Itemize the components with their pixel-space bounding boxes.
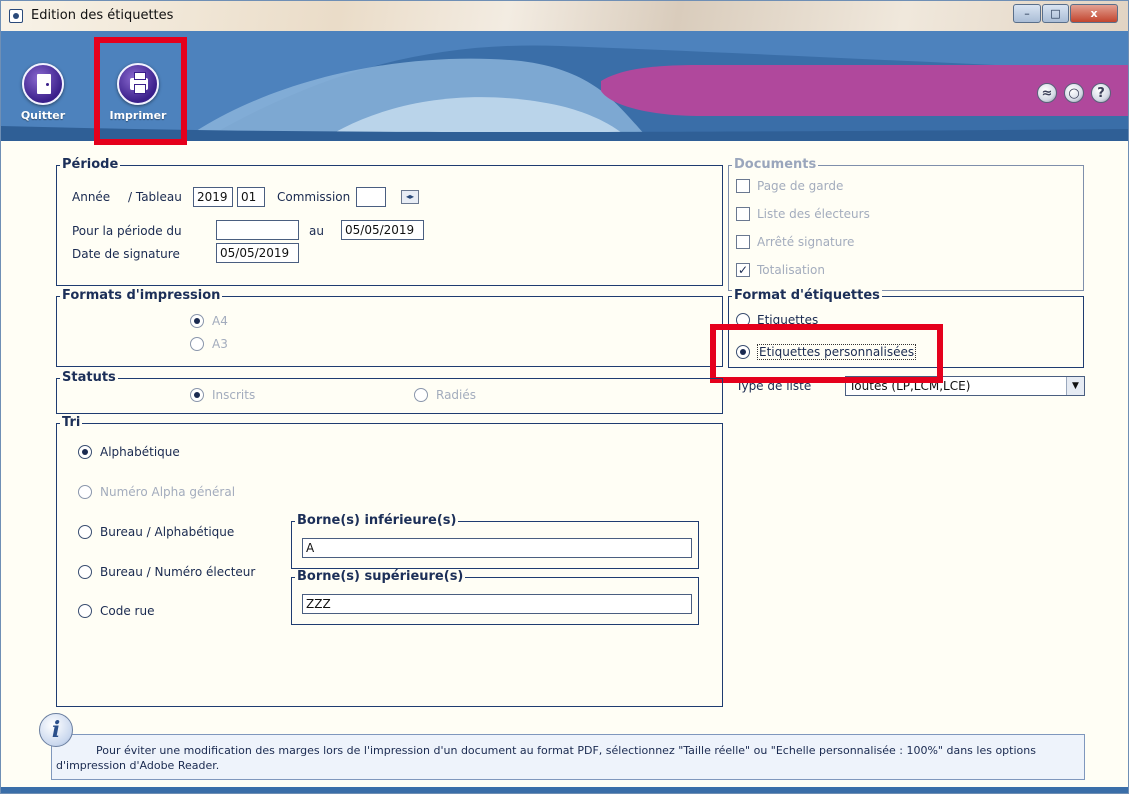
liste-electeurs-checkbox[interactable] — [736, 207, 750, 221]
signature-input[interactable]: 05/05/2019 — [216, 243, 299, 263]
highlight-print — [94, 37, 187, 145]
commission-input[interactable] — [356, 187, 386, 207]
statuts-title: Statuts — [60, 370, 118, 385]
au-input[interactable]: 05/05/2019 — [341, 220, 424, 240]
arrete-signature-checkbox[interactable] — [736, 235, 750, 249]
borne-inf-group: Borne(s) inférieure(s) A — [291, 513, 699, 569]
info-bar: Pour éviter une modification des marges … — [51, 734, 1085, 780]
totalisation-checkbox[interactable]: ✓ — [736, 263, 750, 277]
liste-electeurs-label: Liste des électeurs — [757, 207, 870, 221]
totalisation-label: Totalisation — [757, 263, 825, 277]
info-icon: i — [39, 713, 73, 747]
annee-label: Année — [72, 190, 111, 204]
title-bar: Edition des étiquettes – □ x — [1, 1, 1128, 31]
tableau-label: / Tableau — [128, 190, 182, 204]
format-a4-radio[interactable] — [190, 314, 204, 328]
support-icon[interactable]: ○ — [1064, 83, 1084, 103]
door-icon — [22, 63, 64, 105]
periode-du-label: Pour la période du — [72, 224, 182, 238]
tri-group: Tri Alphabétique Numéro Alpha général Bu… — [56, 415, 723, 707]
periode-title: Période — [60, 157, 121, 172]
help-icon[interactable]: ? — [1091, 83, 1111, 103]
minimize-button[interactable]: – — [1013, 4, 1041, 23]
tri-alphabetique-label: Alphabétique — [100, 445, 180, 459]
page-de-garde-checkbox[interactable] — [736, 179, 750, 193]
bottom-strip — [1, 787, 1128, 793]
tri-title: Tri — [60, 415, 83, 430]
statut-radies-label: Radiés — [436, 388, 477, 402]
commission-spinner[interactable]: ◂▸ — [401, 190, 419, 204]
periode-du-input[interactable] — [216, 220, 299, 240]
graduation-icon[interactable]: ≈ — [1037, 83, 1057, 103]
page-de-garde-label: Page de garde — [757, 179, 844, 193]
format-a3-radio[interactable] — [190, 337, 204, 351]
format-a4-label: A4 — [212, 314, 228, 328]
quit-button[interactable]: Quitter — [11, 39, 75, 139]
tri-code-rue-label: Code rue — [100, 604, 155, 618]
borne-inf-input[interactable]: A — [302, 538, 692, 558]
documents-group: Documents Page de garde Liste des électe… — [728, 157, 1084, 291]
documents-title: Documents — [732, 157, 819, 172]
app-icon — [9, 9, 23, 23]
window: Edition des étiquettes – □ x Quitter Imp… — [0, 0, 1129, 794]
info-text: Pour éviter une modification des marges … — [56, 744, 1036, 772]
statut-inscrits-radio[interactable] — [190, 388, 204, 402]
annee-input[interactable]: 2019 — [193, 187, 233, 207]
arrete-signature-label: Arrêté signature — [757, 235, 855, 249]
tri-numero-alpha-label: Numéro Alpha général — [100, 485, 236, 499]
tri-bureau-numero-radio[interactable] — [78, 565, 92, 579]
format-etiquettes-title: Format d'étiquettes — [732, 288, 882, 303]
borne-sup-group: Borne(s) supérieure(s) ZZZ — [291, 569, 699, 625]
formats-title: Formats d'impression — [60, 288, 223, 303]
au-label: au — [309, 224, 324, 238]
formats-group: Formats d'impression A4 A3 — [56, 288, 723, 367]
borne-sup-input[interactable]: ZZZ — [302, 594, 692, 614]
borne-sup-title: Borne(s) supérieure(s) — [295, 569, 466, 584]
window-title: Edition des étiquettes — [31, 8, 174, 23]
tri-bureau-alpha-label: Bureau / Alphabétique — [100, 525, 235, 539]
commission-label: Commission — [277, 190, 351, 204]
maximize-button[interactable]: □ — [1042, 4, 1069, 23]
statut-radies-radio[interactable] — [414, 388, 428, 402]
signature-label: Date de signature — [72, 247, 180, 261]
tri-code-rue-radio[interactable] — [78, 604, 92, 618]
highlight-etiquettes-perso — [710, 324, 943, 383]
tri-alphabetique-radio[interactable] — [78, 445, 92, 459]
statuts-group: Statuts Inscrits Radiés — [56, 370, 723, 414]
tri-bureau-alpha-radio[interactable] — [78, 525, 92, 539]
tableau-input[interactable]: 01 — [237, 187, 265, 207]
tri-numero-alpha-radio[interactable] — [78, 485, 92, 499]
quit-label: Quitter — [20, 109, 66, 122]
tri-bureau-numero-label: Bureau / Numéro électeur — [100, 565, 256, 579]
statut-inscrits-label: Inscrits — [212, 388, 256, 402]
periode-group: Période Année / Tableau 2019 01 Commissi… — [56, 157, 723, 286]
chevron-down-icon[interactable]: ▼ — [1066, 377, 1084, 395]
close-button[interactable]: x — [1070, 4, 1118, 23]
borne-inf-title: Borne(s) inférieure(s) — [295, 513, 459, 528]
format-a3-label: A3 — [212, 337, 228, 351]
